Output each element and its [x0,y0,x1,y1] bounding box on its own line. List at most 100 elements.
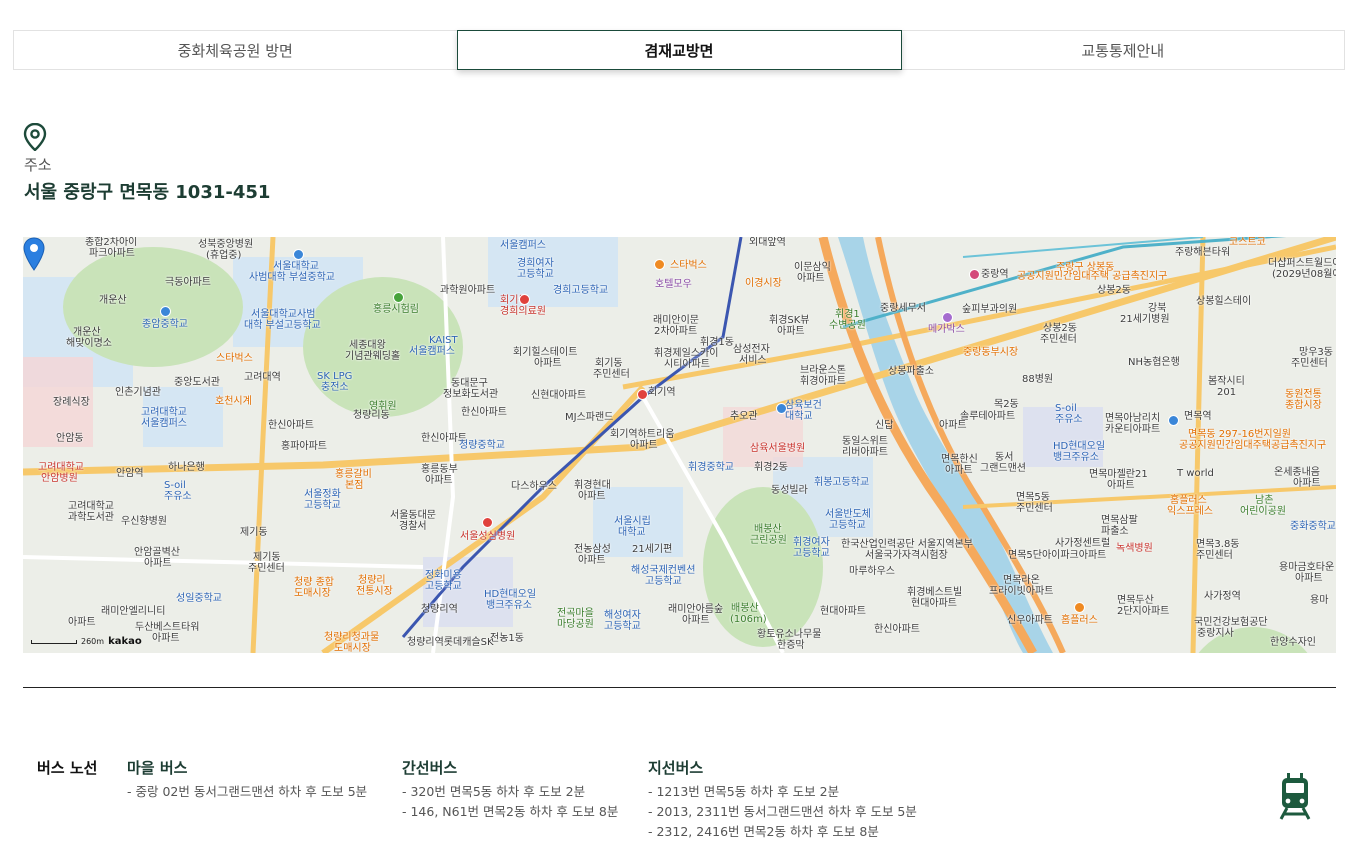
bus-group-branch: 지선버스 - 1213번 면목5동 하차 후 도보 2분 - 2013, 231… [648,757,917,842]
poi-dot[interactable] [654,259,665,270]
map-label: 국민건강보험공단 [1194,617,1268,628]
map-label: (106m) [730,614,767,625]
map-label: 도매시장 [334,643,371,653]
tab-gyeomjaegyo[interactable]: 겸재교방면 [456,30,902,70]
map-label: 한신아파트 [874,624,920,635]
bus-route-line: - 2312, 2416번 면목2동 하차 후 도보 8분 [648,824,879,839]
map-label: 정보화도서관 [443,389,499,400]
map-label: 상봉파출소 [888,366,934,377]
map-label: 휘봉고등학교 [814,477,870,488]
map-label: 경희의료원 [500,306,546,317]
map-label: 숲피부과의원 [962,304,1018,315]
bus-group-name: 지선버스 [648,759,704,777]
map-label: 파출소 [1101,526,1129,537]
map-label: HD현대오일 [1053,441,1106,452]
map-label: 충전소 [321,382,349,393]
map-label: 서비스 [739,355,767,366]
map-label: 아파트 [534,358,562,369]
map-label: 스타벅스 [216,353,253,364]
location-marker-icon[interactable] [23,237,45,271]
poi-dot[interactable] [293,249,304,260]
map-label: 201 [1217,387,1237,398]
map-label: 휘경아파트 [800,376,846,387]
map-label: 21세기편 [632,544,673,555]
map-label: KAIST [429,335,458,346]
map-label: 시티아파트 [664,359,710,370]
tab-junghwa-park[interactable]: 중화체육공원 방면 [14,31,457,69]
map-label: 2단지아파트 [1117,606,1170,617]
map-label: 면목3.8동 [1196,539,1240,550]
map-label: 홍릉시험림 [373,304,419,315]
map-label: 개운산 [73,327,101,338]
map-label: 사가정센트럴 [1055,538,1111,549]
map-label: 코스트코 [1229,237,1266,248]
map-label: 홈플러스 [1170,495,1207,506]
map-label: 카운티아파트 [1105,424,1161,435]
map-label: 21세기병원 [1120,314,1170,325]
map-label: 이경시장 [745,278,782,289]
map-label: 청량중학교 [459,440,505,451]
map-label: 한국산업인력공단 서울지역본부 [841,539,973,550]
map-label: 동대문구 [451,378,488,389]
map-label: 신답 [875,420,894,431]
map-label: 추오관 [730,411,758,422]
map-label: 이문삼익 [794,262,831,273]
kakao-map[interactable]: 종합2차아이 파크아파트 성북중앙병원 (휴업중) 극동아파트 서울대학교 사범… [23,237,1336,653]
map-label: 휘경현대 [574,480,611,491]
poi-dot[interactable] [1074,602,1085,613]
address-value: 서울 중랑구 면목동 1031-451 [24,182,271,203]
poi-dot[interactable] [776,403,787,414]
map-label: SK LPG [317,371,353,382]
map-label: 우신향병원 [121,516,167,527]
map-label: 청량리동 [353,410,390,421]
scale-label: 260m [81,637,105,646]
map-label: 면목아남리치 [1105,413,1161,424]
map-label: 휘경중학교 [688,462,734,473]
map-label: 래미안아름숲 [668,604,724,615]
tab-traffic-control[interactable]: 교통통제안내 [902,31,1345,69]
map-label: 동서 [995,452,1014,463]
scale-bar [31,639,77,644]
map-label: 한신아파트 [268,420,314,431]
map-label: 청량 종합 [294,577,334,588]
poi-dot[interactable] [519,294,530,305]
map-label: 극동아파트 [165,277,211,288]
poi-dot[interactable] [969,269,980,280]
poi-dot[interactable] [1168,415,1179,426]
map-label: 안암병원 [41,473,78,484]
map-label: 래미안이문 [653,315,699,326]
map-label: 주민센터 [1291,358,1328,369]
poi-dot[interactable] [482,517,493,528]
map-label: 제기동 [240,527,268,538]
map-label: 고등학교 [425,581,462,592]
poi-dot[interactable] [160,306,171,317]
map-label: 대학교 [618,527,646,538]
map-label: 용마금호타운 [1279,562,1335,573]
map-label: 개운산 [99,295,127,306]
map-label: 중화중학교 [1290,521,1336,532]
map-label: 면목동 297-16번지일원 [1188,429,1291,440]
map-label: 상봉2동 [1097,285,1131,296]
map-label: S-oil [164,480,186,491]
map-label: 배봉산 [754,524,782,535]
poi-dot[interactable] [393,292,404,303]
poi-dot[interactable] [637,389,648,400]
map-label: 고등학교 [829,520,866,531]
map-label: 한신아파트 [461,407,507,418]
map-label: 경희여자 [517,258,554,269]
map-label: 마루하우스 [849,566,895,577]
map-label: 대학 부설고등학교 [244,320,321,331]
bus-route-line: - 1213번 면목5동 하차 후 도보 2분 [648,784,840,799]
poi-dot[interactable] [942,312,953,323]
map-label: 성일중학교 [176,593,222,604]
map-label: 익스프레스 [1167,506,1213,517]
map-label: 휘경제일스카이 [654,348,719,359]
map-label: 서울동대문 [390,510,436,521]
map-label: 공공지원민간임대주택공급촉진지구 [1179,440,1327,451]
map-label: 강북 [1148,303,1167,314]
map-label: 고려대학교 [68,501,114,512]
map-label: 녹색병원 [1116,543,1153,554]
map-label: 솔루테아파트 [960,411,1016,422]
map-label: 과학도서관 [68,512,114,523]
map-label: 서울반도체 [825,509,871,520]
